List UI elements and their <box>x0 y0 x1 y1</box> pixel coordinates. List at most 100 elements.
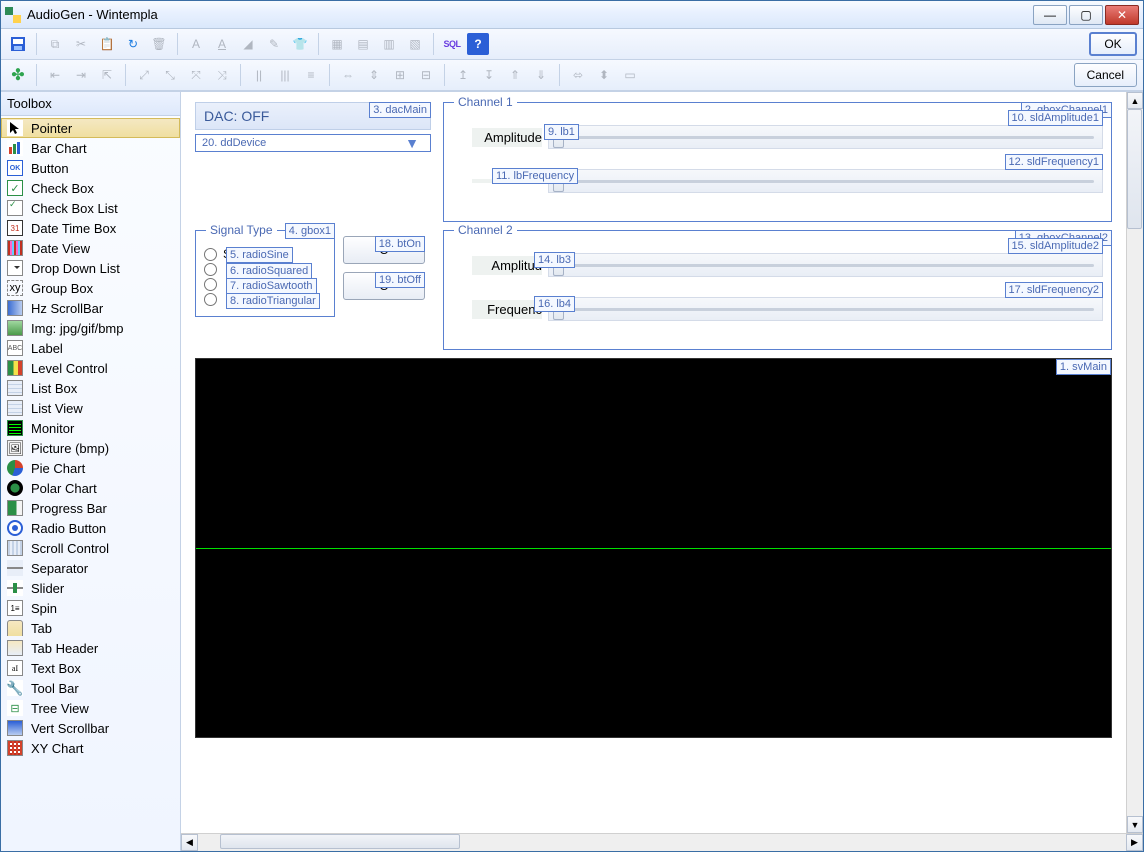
arrange2-icon[interactable]: ▤ <box>352 33 374 55</box>
dist2-icon[interactable]: ||| <box>274 64 296 86</box>
refresh-icon[interactable]: ↻ <box>122 33 144 55</box>
copy-icon[interactable]: ⧉ <box>44 33 66 55</box>
ok-button[interactable]: OK <box>1089 32 1137 56</box>
fill-icon[interactable]: ◢ <box>237 33 259 55</box>
design-surface[interactable]: DAC: OFF 3. dacMain 20. ddDevice ▼ Chann… <box>181 92 1126 833</box>
scroll-up-icon[interactable]: ▲ <box>1127 92 1143 109</box>
toolbox-item-picture-bmp-[interactable]: 🖼Picture (bmp) <box>1 438 180 458</box>
cut-icon[interactable]: ✂ <box>70 33 92 55</box>
signal-radio-row[interactable]: 7. radioSawtooth <box>204 278 326 291</box>
hscroll-thumb[interactable] <box>220 834 460 849</box>
ch1-freq-slider[interactable]: 12. sldFrequency1 <box>548 169 1103 193</box>
pen-icon[interactable]: ✎ <box>263 33 285 55</box>
toolbox-item-check-box-list[interactable]: Check Box List <box>1 198 180 218</box>
toolbox-item-tab-header[interactable]: Tab Header <box>1 638 180 658</box>
align3-icon[interactable]: ⇱ <box>96 64 118 86</box>
scroll-down-icon[interactable]: ▼ <box>1127 816 1143 833</box>
toolbox-item-group-box[interactable]: xyGroup Box <box>1 278 180 298</box>
toolbox-item-scroll-control[interactable]: Scroll Control <box>1 538 180 558</box>
space3-icon[interactable]: ⊞ <box>389 64 411 86</box>
signal-radio[interactable] <box>204 278 217 291</box>
dist1-icon[interactable]: || <box>248 64 270 86</box>
signal-radio[interactable] <box>204 263 217 276</box>
signal-type-groupbox[interactable]: Signal Type 4. gbox1 Si5. radioSine6. ra… <box>195 230 335 317</box>
toolbox-item-list-box[interactable]: List Box <box>1 378 180 398</box>
align2-icon[interactable]: ⇥ <box>70 64 92 86</box>
toolbox-item-separator[interactable]: Separator <box>1 558 180 578</box>
toolbox-item-pie-chart[interactable]: Pie Chart <box>1 458 180 478</box>
toolbox-item-progress-bar[interactable]: Progress Bar <box>1 498 180 518</box>
paste-icon[interactable]: 📋 <box>96 33 118 55</box>
align7-icon[interactable]: ⤨ <box>211 64 233 86</box>
toolbox-item-vert-scrollbar[interactable]: Vert Scrollbar <box>1 718 180 738</box>
toolbox-item-tool-bar[interactable]: 🔧Tool Bar <box>1 678 180 698</box>
size3-icon[interactable]: ▭ <box>619 64 641 86</box>
order4-icon[interactable]: ⇓ <box>530 64 552 86</box>
dist3-icon[interactable]: ≡ <box>300 64 322 86</box>
signal-radio-row[interactable]: 6. radioSquared <box>204 263 326 276</box>
ch2-amp-slider[interactable]: 15. sldAmplitude2 <box>548 253 1103 277</box>
save-icon[interactable] <box>7 33 29 55</box>
toolbox-item-list-view[interactable]: List View <box>1 398 180 418</box>
space2-icon[interactable]: ⇕ <box>363 64 385 86</box>
shirt-icon[interactable]: 👕 <box>289 33 311 55</box>
sql-icon[interactable]: SQL <box>441 33 463 55</box>
size2-icon[interactable]: ⬍ <box>593 64 615 86</box>
signal-radio-row[interactable]: 8. radioTriangular <box>204 293 326 306</box>
toolbox-item-tab[interactable]: Tab <box>1 618 180 638</box>
cancel-button[interactable]: Cancel <box>1074 63 1137 87</box>
toolbox-item-date-view[interactable]: Date View <box>1 238 180 258</box>
align4-icon[interactable]: ⤢ <box>133 64 155 86</box>
font-bold-icon[interactable]: A <box>185 33 207 55</box>
order2-icon[interactable]: ↧ <box>478 64 500 86</box>
toolbox-item-date-time-box[interactable]: 31Date Time Box <box>1 218 180 238</box>
signal-radio[interactable] <box>204 293 217 306</box>
space4-icon[interactable]: ⊟ <box>415 64 437 86</box>
toolbox-item-hz-scrollbar[interactable]: Hz ScrollBar <box>1 298 180 318</box>
signal-radio[interactable] <box>204 248 217 261</box>
vscroll-thumb[interactable] <box>1127 109 1142 229</box>
channel-2-groupbox[interactable]: Channel 2 13. gboxChannel2 Amplitud 14. … <box>443 230 1112 350</box>
toolbox-item-text-box[interactable]: aIText Box <box>1 658 180 678</box>
horizontal-scrollbar[interactable]: ◀ ▶ <box>181 833 1143 851</box>
clover-icon[interactable]: ✤ <box>7 64 29 86</box>
align5-icon[interactable]: ⤡ <box>159 64 181 86</box>
dropdown-arrow-icon[interactable]: ▼ <box>394 135 430 151</box>
vertical-scrollbar[interactable]: ▲ ▼ <box>1126 92 1143 833</box>
toolbox-item-slider[interactable]: Slider <box>1 578 180 598</box>
toolbox-item-level-control[interactable]: Level Control <box>1 358 180 378</box>
toolbox-item-check-box[interactable]: ✓Check Box <box>1 178 180 198</box>
scroll-right-icon[interactable]: ▶ <box>1126 834 1143 851</box>
signal-radio-row[interactable]: Si5. radioSine <box>204 247 326 261</box>
toolbox-item-polar-chart[interactable]: Polar Chart <box>1 478 180 498</box>
arrange1-icon[interactable]: ▦ <box>326 33 348 55</box>
dd-device[interactable]: 20. ddDevice ▼ <box>195 134 431 152</box>
font-underline-icon[interactable]: A <box>211 33 233 55</box>
on-button[interactable]: O 18. btOn <box>343 236 425 264</box>
maximize-button[interactable]: ▢ <box>1069 5 1103 25</box>
ch2-freq-slider[interactable]: 17. sldFrequency2 <box>548 297 1103 321</box>
size1-icon[interactable]: ⬄ <box>567 64 589 86</box>
toolbox-item-spin[interactable]: 1≡Spin <box>1 598 180 618</box>
help-icon[interactable]: ? <box>467 33 489 55</box>
dac-header[interactable]: DAC: OFF 3. dacMain <box>195 102 431 130</box>
toolbox-item-pointer[interactable]: Pointer <box>1 118 180 138</box>
toolbox-item-button[interactable]: OKButton <box>1 158 180 178</box>
toolbox-item-tree-view[interactable]: ⊟Tree View <box>1 698 180 718</box>
order1-icon[interactable]: ↥ <box>452 64 474 86</box>
arrange3-icon[interactable]: ▥ <box>378 33 400 55</box>
align1-icon[interactable]: ⇤ <box>44 64 66 86</box>
delete-icon[interactable]: 🗑 <box>148 33 170 55</box>
waveform-viewer[interactable]: 1. svMain <box>195 358 1112 738</box>
space1-icon[interactable]: ⇔ <box>337 64 359 86</box>
close-button[interactable]: ✕ <box>1105 5 1139 25</box>
toolbox-item-drop-down-list[interactable]: Drop Down List <box>1 258 180 278</box>
order3-icon[interactable]: ⇑ <box>504 64 526 86</box>
off-button[interactable]: O 19. btOff <box>343 272 425 300</box>
arrange4-icon[interactable]: ▧ <box>404 33 426 55</box>
toolbox-item-label[interactable]: ABCLabel <box>1 338 180 358</box>
toolbox-item-radio-button[interactable]: Radio Button <box>1 518 180 538</box>
ch1-amp-slider[interactable]: 10. sldAmplitude1 <box>548 125 1103 149</box>
scroll-left-icon[interactable]: ◀ <box>181 834 198 851</box>
toolbox-item-monitor[interactable]: Monitor <box>1 418 180 438</box>
